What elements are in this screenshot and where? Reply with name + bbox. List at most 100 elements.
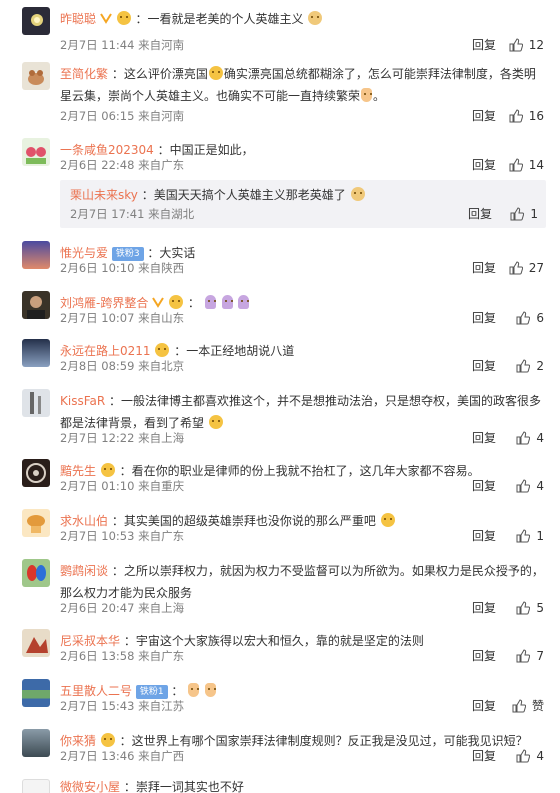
comment-text: ：宇宙这个大家族得以宏大和恒久，靠的就是坚定的法则 xyxy=(123,634,424,648)
username[interactable]: 栗山未来sky xyxy=(70,188,138,202)
comment-item: KissFaR ：一般法律博主都喜欢推这个，并不是想推动法治，只是想夺权，美国的… xyxy=(0,382,560,452)
emoji-icon xyxy=(208,66,223,80)
username[interactable]: 五里散人二号 xyxy=(60,684,132,698)
username[interactable]: 至简化繁 xyxy=(60,67,108,81)
username[interactable]: 昨聪聪 xyxy=(60,12,96,26)
reply-button[interactable]: 回复 xyxy=(468,206,492,222)
thumbs-up-icon xyxy=(516,649,531,663)
avatar[interactable] xyxy=(22,241,50,269)
sub-reply: 栗山未来sky ：美国天天搞个人英雄主义那老英雄了 2月7日 17:41 来自湖… xyxy=(60,180,546,228)
reply-button[interactable]: 回复 xyxy=(472,600,496,616)
like-button[interactable]: 4 xyxy=(516,430,544,446)
comment-text: ：一本正经地胡说八道 xyxy=(174,344,295,358)
comment-text: ：一看就是老美的个人英雄主义 xyxy=(135,12,304,26)
comment-meta: 2月6日 10:10 来自陕西 xyxy=(60,261,185,275)
username[interactable]: 黯先生 xyxy=(60,464,96,478)
like-count: 4 xyxy=(536,749,544,763)
comment-item: 惟光与爱 铁粉3 ：大实话 2月6日 10:10 来自陕西 回复 27 xyxy=(0,234,560,284)
reply-button[interactable]: 回复 xyxy=(472,430,496,446)
comment-text: ：一般法律博主都喜欢推这个，并不是想推动法治，只是想夺权，美国的政客很多都是法律… xyxy=(60,394,542,430)
avatar[interactable] xyxy=(22,559,50,587)
username[interactable]: 惟光与爱 xyxy=(60,246,108,260)
avatar[interactable] xyxy=(22,459,50,487)
comment-meta: 2月7日 11:44 来自河南 xyxy=(60,38,185,52)
like-button[interactable]: 1 xyxy=(510,206,538,222)
reply-button[interactable]: 回复 xyxy=(472,260,496,276)
username[interactable]: 微微安小屋 xyxy=(60,780,120,793)
avatar[interactable] xyxy=(22,7,50,35)
thumbs-up-icon xyxy=(516,479,531,493)
reply-button[interactable]: 回复 xyxy=(472,748,496,764)
avatar[interactable] xyxy=(22,389,50,417)
avatar[interactable] xyxy=(22,291,50,319)
comment-item: 微微安小屋 ：崇拜一词其实也不好 xyxy=(0,772,560,793)
thumbs-up-icon xyxy=(516,749,531,763)
avatar[interactable] xyxy=(22,138,50,166)
emoji-icon xyxy=(380,513,395,527)
verified-icon xyxy=(99,13,112,24)
like-button[interactable]: 5 xyxy=(516,600,544,616)
reply-button[interactable]: 回复 xyxy=(472,648,496,664)
comment-item: 刘鸿雁-跨界整合 ： 2月7日 10:07 来自山东 回复 6 xyxy=(0,284,560,332)
username[interactable]: 求水山伯 xyxy=(60,514,108,528)
like-button[interactable]: 1 xyxy=(516,528,544,544)
like-button[interactable]: 14 xyxy=(509,157,544,173)
comment-text: ：看在你的职业是律师的份上我就不抬杠了，这几年大家都不容易。 xyxy=(119,464,480,478)
like-button[interactable]: 4 xyxy=(516,748,544,764)
username[interactable]: 一条咸鱼202304 xyxy=(60,143,154,157)
like-button[interactable]: 6 xyxy=(516,310,544,326)
like-count: 5 xyxy=(536,601,544,615)
thumbs-up-emoji-icon xyxy=(188,683,200,697)
like-button[interactable]: 16 xyxy=(509,108,544,124)
username[interactable]: 鹦鹉闲谈 xyxy=(60,564,108,578)
reply-button[interactable]: 回复 xyxy=(472,310,496,326)
reply-button[interactable]: 回复 xyxy=(472,698,496,714)
reply-button[interactable]: 回复 xyxy=(472,358,496,374)
reply-button[interactable]: 回复 xyxy=(472,37,496,53)
avatar[interactable] xyxy=(22,679,50,707)
avatar[interactable] xyxy=(22,509,50,537)
avatar[interactable] xyxy=(22,339,50,367)
like-button[interactable]: 4 xyxy=(516,478,544,494)
reply-button[interactable]: 回复 xyxy=(472,528,496,544)
comment-text: ：这么评价漂亮国 xyxy=(111,67,208,81)
emoji-icon xyxy=(208,415,223,429)
username[interactable]: 永远在路上0211 xyxy=(60,344,151,358)
avatar[interactable] xyxy=(22,779,50,793)
emoji-icon xyxy=(100,463,115,477)
username[interactable]: 刘鸿雁-跨界整合 xyxy=(60,296,148,310)
comment-meta: 2月8日 08:59 来自北京 xyxy=(60,359,185,373)
comment-meta: 2月7日 01:10 来自重庆 xyxy=(60,479,185,493)
thumbs-up-emoji-icon xyxy=(205,683,217,697)
comment-content: 至简化繁 ：这么评价漂亮国 确实漂亮国总统都糊涂了，怎么可能崇拜法律制度，各类明星… xyxy=(60,63,546,107)
like-button[interactable]: 12 xyxy=(509,37,544,53)
thumbs-up-icon xyxy=(516,529,531,543)
thumbs-up-icon xyxy=(510,207,525,221)
comment-meta: 2月7日 17:41 来自湖北 xyxy=(70,207,195,221)
thumbs-up-icon xyxy=(512,699,526,713)
avatar[interactable] xyxy=(22,629,50,657)
comment-meta: 2月7日 12:22 来自上海 xyxy=(60,431,185,445)
username[interactable]: 尼采叔本华 xyxy=(60,634,120,648)
reply-button[interactable]: 回复 xyxy=(472,108,496,124)
username[interactable]: KissFaR xyxy=(60,394,105,408)
avatar[interactable] xyxy=(22,62,50,90)
comment-meta: 2月7日 06:15 来自河南 xyxy=(60,109,185,123)
like-button[interactable]: 2 xyxy=(516,358,544,374)
username[interactable]: 你来猜 xyxy=(60,734,96,748)
emoji-icon xyxy=(350,187,365,201)
reply-button[interactable]: 回复 xyxy=(472,157,496,173)
like-button[interactable]: 赞 xyxy=(512,698,544,714)
reply-button[interactable]: 回复 xyxy=(472,478,496,494)
comment-text: ：大实话 xyxy=(147,246,196,260)
thumbs-up-icon xyxy=(516,311,531,325)
like-button[interactable]: 27 xyxy=(509,260,544,276)
like-count: 7 xyxy=(536,649,544,663)
fan-badge: 铁粉3 xyxy=(111,247,144,261)
emoji-icon xyxy=(361,88,373,102)
like-count: 4 xyxy=(536,431,544,445)
like-button[interactable]: 7 xyxy=(516,648,544,664)
comment-text: ：美国天天搞个人英雄主义那老英雄了 xyxy=(141,188,346,202)
comment-item: 鹦鹉闲谈 ：之所以崇拜权力，就因为权力不受监督可以为所欲为。如果权力是民众授予的… xyxy=(0,552,560,622)
avatar[interactable] xyxy=(22,729,50,757)
